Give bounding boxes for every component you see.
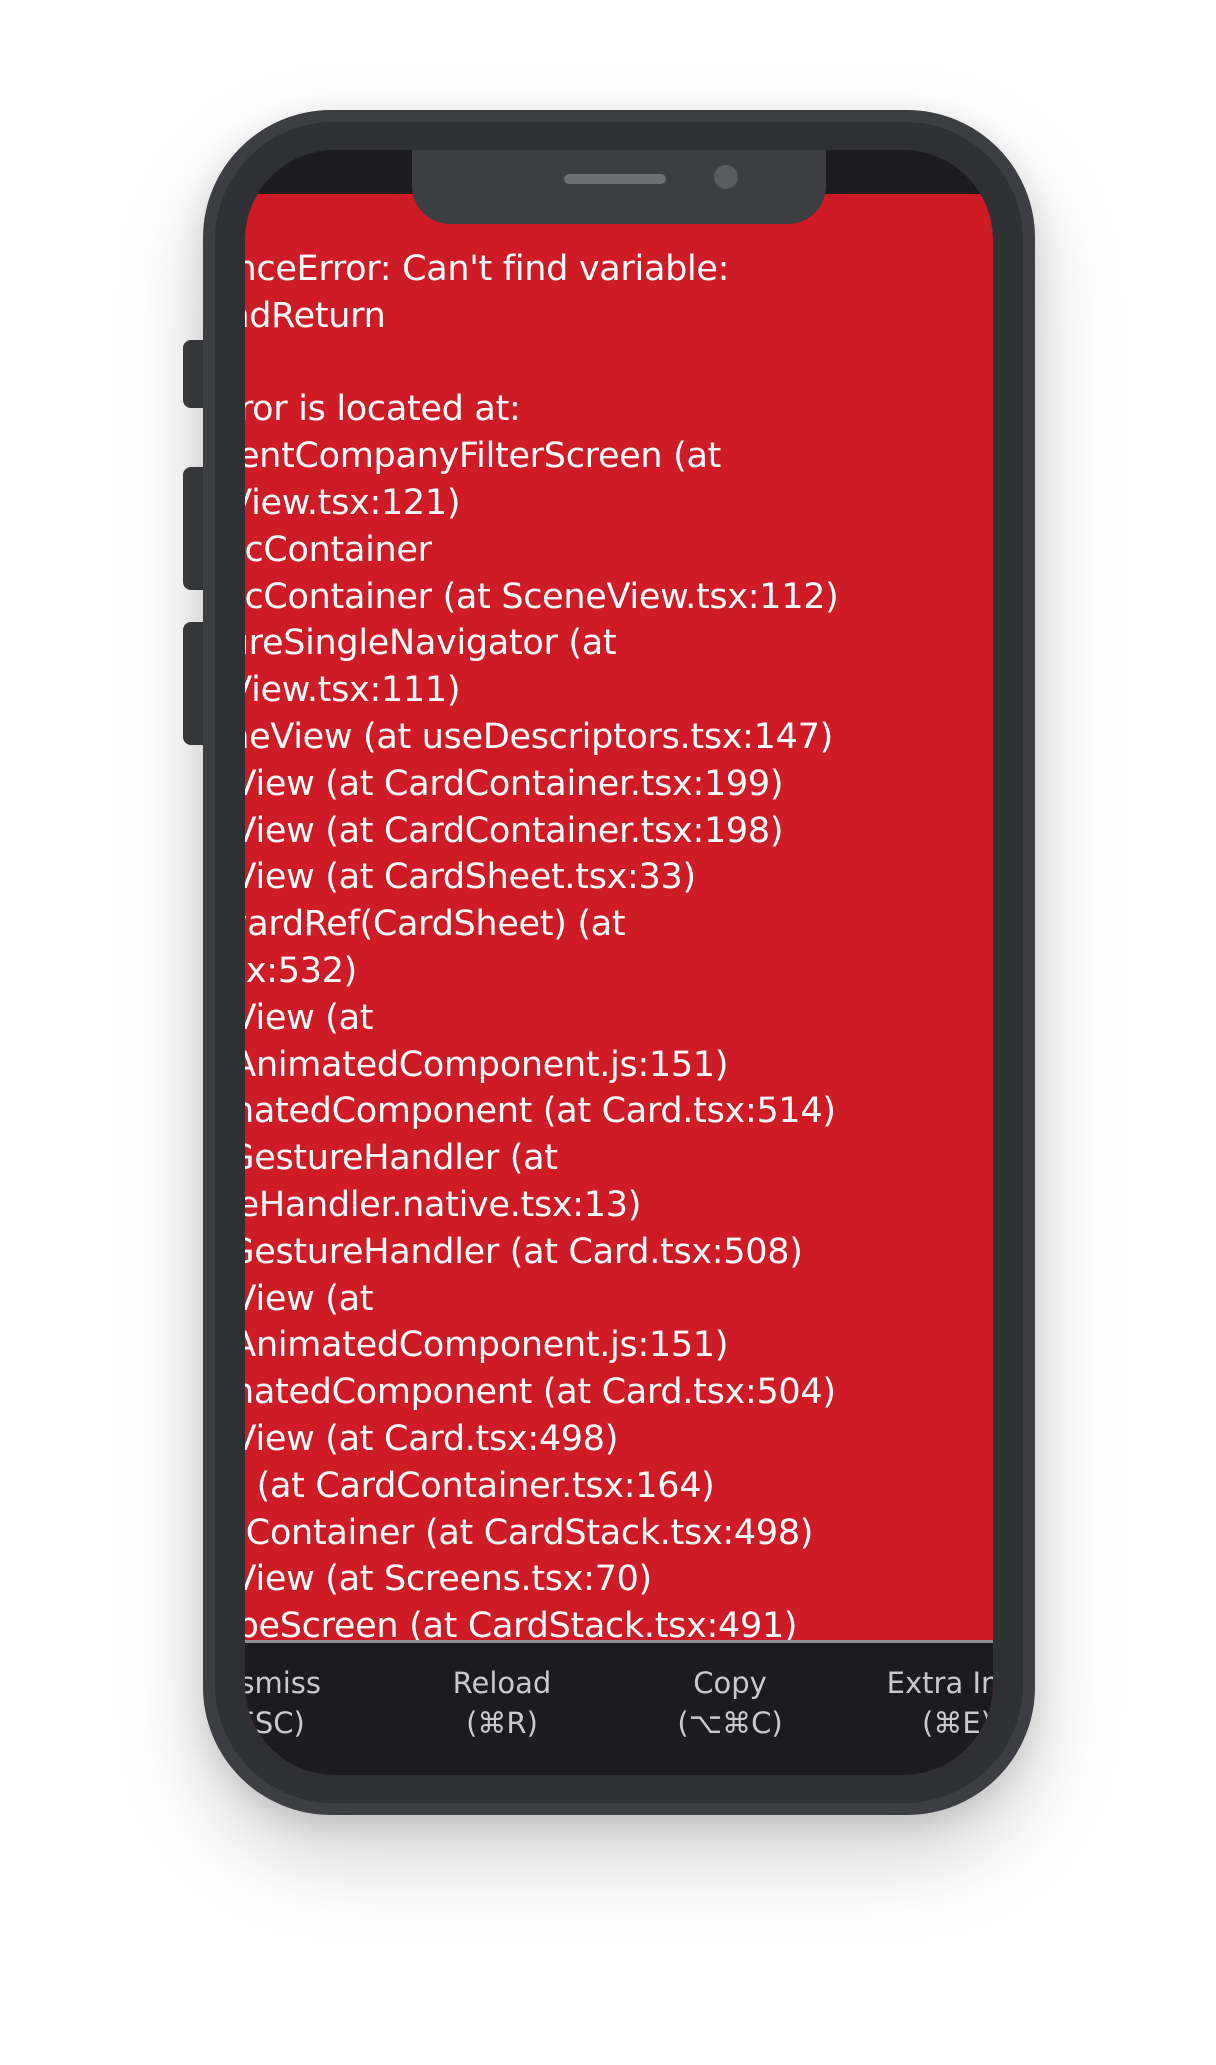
error-line: ReferenceError: Can't find variable:: [245, 249, 730, 289]
stack-frame: in PanGestureHandler (at: [245, 1138, 558, 1179]
stack-frame: in AnimatedComponent (at Card.tsx:514): [245, 1091, 836, 1132]
stack-frame: in SceneView (at useDescriptors.tsx:147): [245, 716, 833, 757]
stack-frame: SceneView.tsx:111): [245, 670, 461, 711]
stack-frame: Card.tsx:532): [245, 950, 358, 991]
reload-button[interactable]: Reload (⌘R): [382, 1663, 622, 1743]
copy-shortcut: (⌥⌘C): [677, 1706, 783, 1740]
error-line: [245, 340, 993, 387]
dismiss-button[interactable]: Dismiss (ESC): [245, 1663, 385, 1743]
dismiss-label: Dismiss: [245, 1666, 322, 1700]
stack-frame: SceneView.tsx:121): [245, 482, 461, 523]
stack-frame: in StaticContainer: [245, 529, 432, 570]
error-message: ReferenceError: Can't find variable: save…: [245, 246, 993, 1650]
reload-shortcut: (⌘R): [466, 1706, 538, 1740]
stack-frame: in RCTView (at Card.tsx:498): [245, 1418, 619, 1459]
dismiss-shortcut: (ESC): [245, 1706, 305, 1740]
stack-frame: in CurrentCompanyFilterScreen (at: [245, 436, 722, 477]
front-camera-icon: [714, 165, 738, 189]
extra-info-button[interactable]: Extra Info (⌘E): [837, 1663, 993, 1743]
phone-screen: ReferenceError: Can't find variable: save…: [245, 150, 993, 1775]
reload-label: Reload: [452, 1666, 552, 1700]
stack-frame: in PanGestureHandler (at Card.tsx:508): [245, 1231, 803, 1272]
stack-frame: in RCTView (at CardContainer.tsx:198): [245, 810, 784, 851]
error-line: saveAndReturn: [245, 295, 386, 336]
redbox-error-screen[interactable]: ReferenceError: Can't find variable: save…: [245, 194, 993, 1775]
stack-frame: in RCTView (at CardContainer.tsx:199): [245, 763, 784, 804]
stack-frame: createAnimatedComponent.js:151): [245, 1325, 729, 1366]
stack-frame: in ForwardRef(CardSheet) (at: [245, 904, 626, 945]
phone-notch: [412, 150, 826, 224]
stack-frame: in RCTView (at: [245, 997, 374, 1038]
phone-mockup-stage: ReferenceError: Can't find variable: save…: [0, 0, 1216, 2065]
extra-info-shortcut: (⌘E): [922, 1706, 992, 1740]
stack-frame: in CardContainer (at CardStack.tsx:498): [245, 1512, 814, 1553]
stack-frame: in Card (at CardContainer.tsx:164): [245, 1465, 715, 1506]
speaker-grille: [564, 174, 666, 184]
stack-frame: in EnsureSingleNavigator (at: [245, 623, 617, 664]
stack-frame: GestureHandler.native.tsx:13): [245, 1184, 642, 1225]
stack-frame: in RCTView (at Screens.tsx:70): [245, 1559, 652, 1600]
redbox-toolbar: Dismiss (ESC) Reload (⌘R) Copy (⌥⌘C) Ext…: [245, 1640, 993, 1775]
extra-info-label: Extra Info: [886, 1666, 993, 1700]
copy-label: Copy: [693, 1666, 767, 1700]
error-line: This error is located at:: [245, 389, 521, 430]
stack-frame: in RCTView (at CardSheet.tsx:33): [245, 857, 696, 898]
stack-frame: in AnimatedComponent (at Card.tsx:504): [245, 1372, 836, 1413]
copy-button[interactable]: Copy (⌥⌘C): [610, 1663, 850, 1743]
stack-frame: in StaticContainer (at SceneView.tsx:112…: [245, 576, 839, 617]
stack-frame: createAnimatedComponent.js:151): [245, 1044, 729, 1085]
stack-frame: in RCTView (at: [245, 1278, 374, 1319]
